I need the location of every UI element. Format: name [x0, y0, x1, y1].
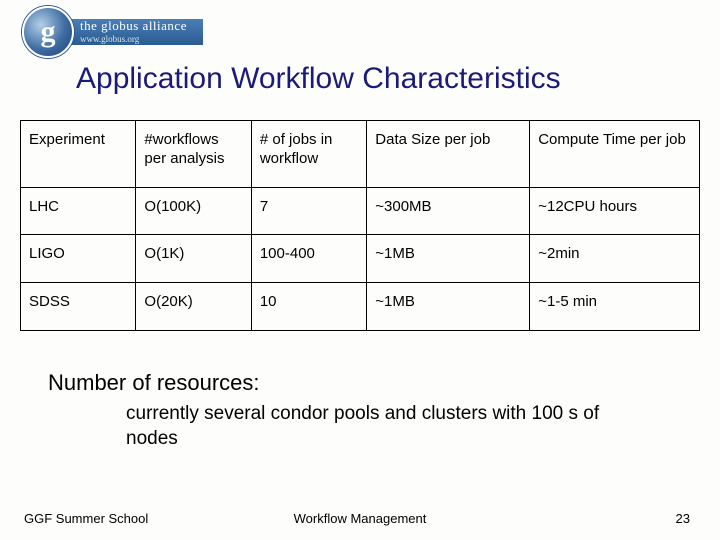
slide: g the globus alliance www.globus.org App… — [0, 0, 720, 540]
col-header: Data Size per job — [367, 121, 530, 188]
globus-logo-banner: the globus alliance www.globus.org — [66, 19, 203, 45]
col-header: # of jobs in workflow — [251, 121, 366, 188]
cell: SDSS — [21, 283, 136, 331]
characteristics-table: Experiment #workflows per analysis # of … — [20, 120, 700, 331]
cell: ~1-5 min — [530, 283, 700, 331]
cell: ~1MB — [367, 283, 530, 331]
cell: 100-400 — [251, 235, 366, 283]
cell: LIGO — [21, 235, 136, 283]
table-header-row: Experiment #workflows per analysis # of … — [21, 121, 700, 188]
cell: O(100K) — [136, 187, 251, 235]
cell: 7 — [251, 187, 366, 235]
slide-footer: GGF Summer School Workflow Management 23 — [0, 511, 720, 526]
cell: ~300MB — [367, 187, 530, 235]
cell: 10 — [251, 283, 366, 331]
col-header: Compute Time per job — [530, 121, 700, 188]
data-table: Experiment #workflows per analysis # of … — [20, 120, 700, 331]
slide-title: Application Workflow Characteristics — [76, 62, 690, 96]
table-row: LHC O(100K) 7 ~300MB ~12CPU hours — [21, 187, 700, 235]
cell: LHC — [21, 187, 136, 235]
logo-banner-url: www.globus.org — [80, 32, 187, 46]
cell: ~2min — [530, 235, 700, 283]
table-row: LIGO O(1K) 100-400 ~1MB ~2min — [21, 235, 700, 283]
table-row: SDSS O(20K) 10 ~1MB ~1-5 min — [21, 283, 700, 331]
logo-banner-text: the globus alliance — [80, 19, 187, 33]
body-lead: Number of resources: — [48, 370, 680, 396]
globus-logo: g the globus alliance www.globus.org — [22, 6, 203, 58]
footer-center: Workflow Management — [0, 511, 720, 526]
body-sub: currently several condor pools and clust… — [126, 402, 626, 451]
cell: ~12CPU hours — [530, 187, 700, 235]
logo-glyph: g — [41, 15, 56, 49]
cell: O(1K) — [136, 235, 251, 283]
col-header: Experiment — [21, 121, 136, 188]
body-text: Number of resources: currently several c… — [48, 370, 680, 451]
cell: ~1MB — [367, 235, 530, 283]
col-header: #workflows per analysis — [136, 121, 251, 188]
cell: O(20K) — [136, 283, 251, 331]
globus-logo-badge: g — [22, 6, 74, 58]
